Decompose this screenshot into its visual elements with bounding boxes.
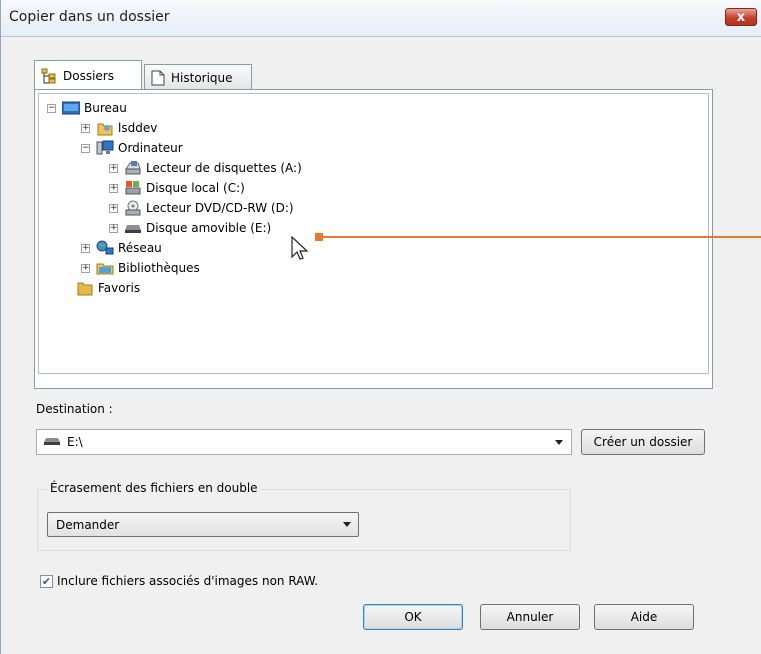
expand-toggle[interactable]: + [109, 183, 118, 193]
overwrite-select[interactable]: Demander [47, 512, 359, 537]
tree-item-label: Disque amovible (E:) [146, 221, 272, 235]
include-checkbox-label: Inclure fichiers associés d'images non R… [57, 574, 319, 588]
destination-combobox[interactable]: E:\ [36, 429, 572, 455]
tree-item-libraries[interactable]: + Bibliothèques [81, 258, 200, 278]
tree-item-lsddev[interactable]: + lsddev [81, 118, 157, 138]
tree-item-label: Ordinateur [118, 141, 183, 155]
tab-historique[interactable]: Historique [144, 64, 252, 90]
help-button[interactable]: Aide [594, 604, 694, 630]
removable-disk-icon [43, 435, 61, 449]
mouse-cursor-icon [290, 235, 312, 265]
tab-dossiers-label: Dossiers [63, 68, 114, 83]
tree-item-label: Lecteur de disquettes (A:) [146, 161, 302, 175]
copy-to-folder-dialog: Copier dans un dossier x Dossiers Histor… [0, 0, 761, 654]
folder-tree-icon [41, 68, 57, 84]
folder-tree-panel: − Bureau + lsddev − Ordinateur + Lecteur… [34, 89, 713, 389]
expand-toggle[interactable]: + [81, 243, 90, 253]
tree-item-label: Bibliothèques [118, 261, 200, 275]
expand-toggle[interactable]: + [109, 163, 118, 173]
window-title: Copier dans un dossier [9, 9, 170, 25]
tree-item-floppy[interactable]: + Lecteur de disquettes (A:) [109, 158, 302, 178]
overwrite-group-title: Écrasement des fichiers en double [47, 481, 261, 495]
tree-item-bureau[interactable]: − Bureau [47, 98, 127, 118]
create-folder-button[interactable]: Créer un dossier [581, 429, 705, 455]
dvd-drive-icon [124, 200, 142, 216]
tree-item-label: lsddev [118, 121, 158, 135]
tree-item-dvd[interactable]: + Lecteur DVD/CD-RW (D:) [109, 198, 294, 218]
tree-item-ordinateur[interactable]: − Ordinateur [81, 138, 183, 158]
tab-historique-label: Historique [171, 70, 233, 85]
tree-item-label: Réseau [118, 241, 162, 255]
checkbox-check-icon[interactable]: ✔ [40, 574, 53, 588]
tab-dossiers[interactable]: Dossiers [34, 60, 142, 90]
overwrite-select-value: Demander [56, 517, 120, 532]
network-icon [96, 240, 114, 256]
tree-item-local-disk[interactable]: + Disque local (C:) [109, 178, 245, 198]
collapse-toggle[interactable]: − [47, 103, 56, 113]
history-page-icon [151, 70, 165, 86]
tree-item-favorites[interactable]: Favoris [76, 278, 140, 298]
include-associated-files-checkbox[interactable]: ✔ Inclure fichiers associés d'images non… [40, 574, 318, 588]
computer-icon [96, 140, 114, 156]
expand-toggle[interactable]: + [81, 123, 90, 133]
tree-item-label: Favoris [98, 281, 141, 295]
tree-item-removable-disk[interactable]: + Disque amovible (E:) [109, 218, 271, 238]
favorites-folder-icon [76, 280, 94, 296]
close-button[interactable]: x [725, 8, 757, 26]
tree-item-label: Lecteur DVD/CD-RW (D:) [146, 201, 294, 215]
tree-item-network[interactable]: + Réseau [81, 238, 162, 258]
expand-toggle[interactable]: + [109, 203, 118, 213]
desktop-icon [62, 100, 80, 116]
expand-toggle[interactable]: + [109, 223, 118, 233]
chevron-down-icon[interactable] [555, 440, 563, 445]
floppy-drive-icon [124, 160, 142, 176]
removable-disk-icon [124, 220, 142, 236]
expand-toggle[interactable]: + [81, 263, 90, 273]
callout-line [319, 236, 761, 238]
hard-disk-icon [124, 180, 142, 196]
tree-item-label: Disque local (C:) [146, 181, 245, 195]
user-folder-icon [96, 120, 114, 136]
title-bar: Copier dans un dossier x [1, 0, 761, 37]
destination-value: E:\ [67, 435, 83, 449]
close-icon: x [736, 10, 746, 25]
cancel-button[interactable]: Annuler [480, 604, 580, 630]
folder-tree[interactable]: − Bureau + lsddev − Ordinateur + Lecteur… [38, 93, 709, 374]
ok-button[interactable]: OK [363, 604, 463, 630]
libraries-icon [96, 260, 114, 276]
collapse-toggle[interactable]: − [81, 143, 90, 153]
destination-label: Destination : [36, 402, 113, 416]
tree-item-label: Bureau [84, 101, 127, 115]
chevron-down-icon[interactable] [343, 522, 351, 527]
